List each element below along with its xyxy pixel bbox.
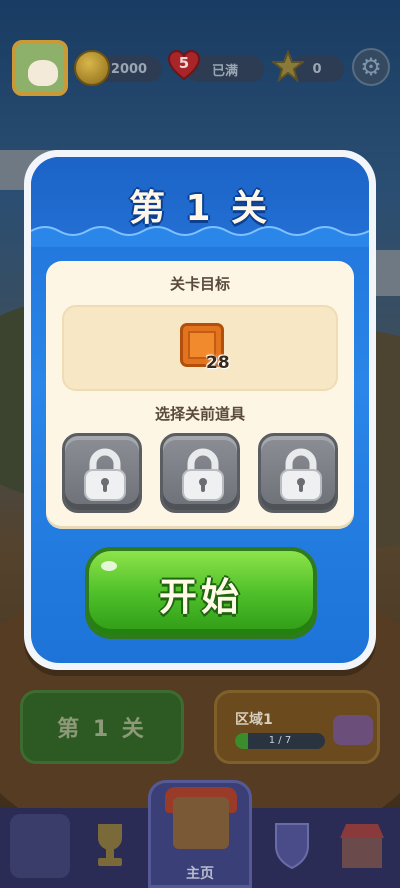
star-icon	[270, 49, 306, 83]
area-progress-bar: 1 / 7	[235, 733, 325, 749]
lock-icon	[182, 448, 224, 501]
area-progress-card[interactable]: 区域1 1 / 7	[214, 690, 380, 764]
nav-home-label: 主页	[186, 866, 214, 882]
area-progress-text: 1 / 7	[268, 735, 292, 746]
current-level-card[interactable]: 第 1 关	[20, 690, 184, 764]
level-start-dialog: 第 1 关 关卡目标 28 选择关前道具 开始	[24, 150, 376, 670]
heart-icon: 5	[167, 49, 201, 82]
nav-flower-icon[interactable]	[10, 814, 70, 878]
booster-slot-3[interactable]	[258, 433, 338, 513]
dialog-title: 第 1 关	[128, 188, 272, 229]
level-info-panel: 关卡目标 28 选择关前道具	[46, 261, 354, 529]
goal-count: 28	[206, 353, 230, 373]
coin-icon	[74, 50, 110, 86]
booster-slot-2[interactable]	[160, 433, 240, 513]
lock-icon	[280, 448, 322, 501]
nav-shield-icon[interactable]	[262, 814, 322, 878]
nav-shop-icon[interactable]	[332, 814, 392, 878]
lives-status: 已满	[211, 63, 238, 79]
lock-icon	[84, 448, 126, 501]
settings-gear-icon[interactable]: ⚙	[352, 48, 390, 86]
level-card-label: 第 1 关	[57, 717, 147, 742]
stars-value: 0	[312, 61, 322, 77]
player-avatar[interactable]	[12, 40, 68, 96]
gift-icon	[333, 715, 373, 745]
lives-count: 5	[178, 54, 190, 72]
booster-slot-1[interactable]	[62, 433, 142, 513]
nav-home-tab[interactable]: 主页	[148, 780, 252, 888]
nav-trophy-icon[interactable]	[80, 814, 140, 878]
start-button[interactable]: 开始	[85, 547, 317, 639]
start-button-label: 开始	[158, 574, 243, 619]
boosters-heading: 选择关前道具	[154, 405, 245, 423]
goal-box: 28	[62, 305, 338, 391]
coins-value: 2000	[110, 61, 148, 77]
area-title: 区域1	[235, 712, 273, 728]
goal-heading: 关卡目标	[169, 275, 230, 293]
